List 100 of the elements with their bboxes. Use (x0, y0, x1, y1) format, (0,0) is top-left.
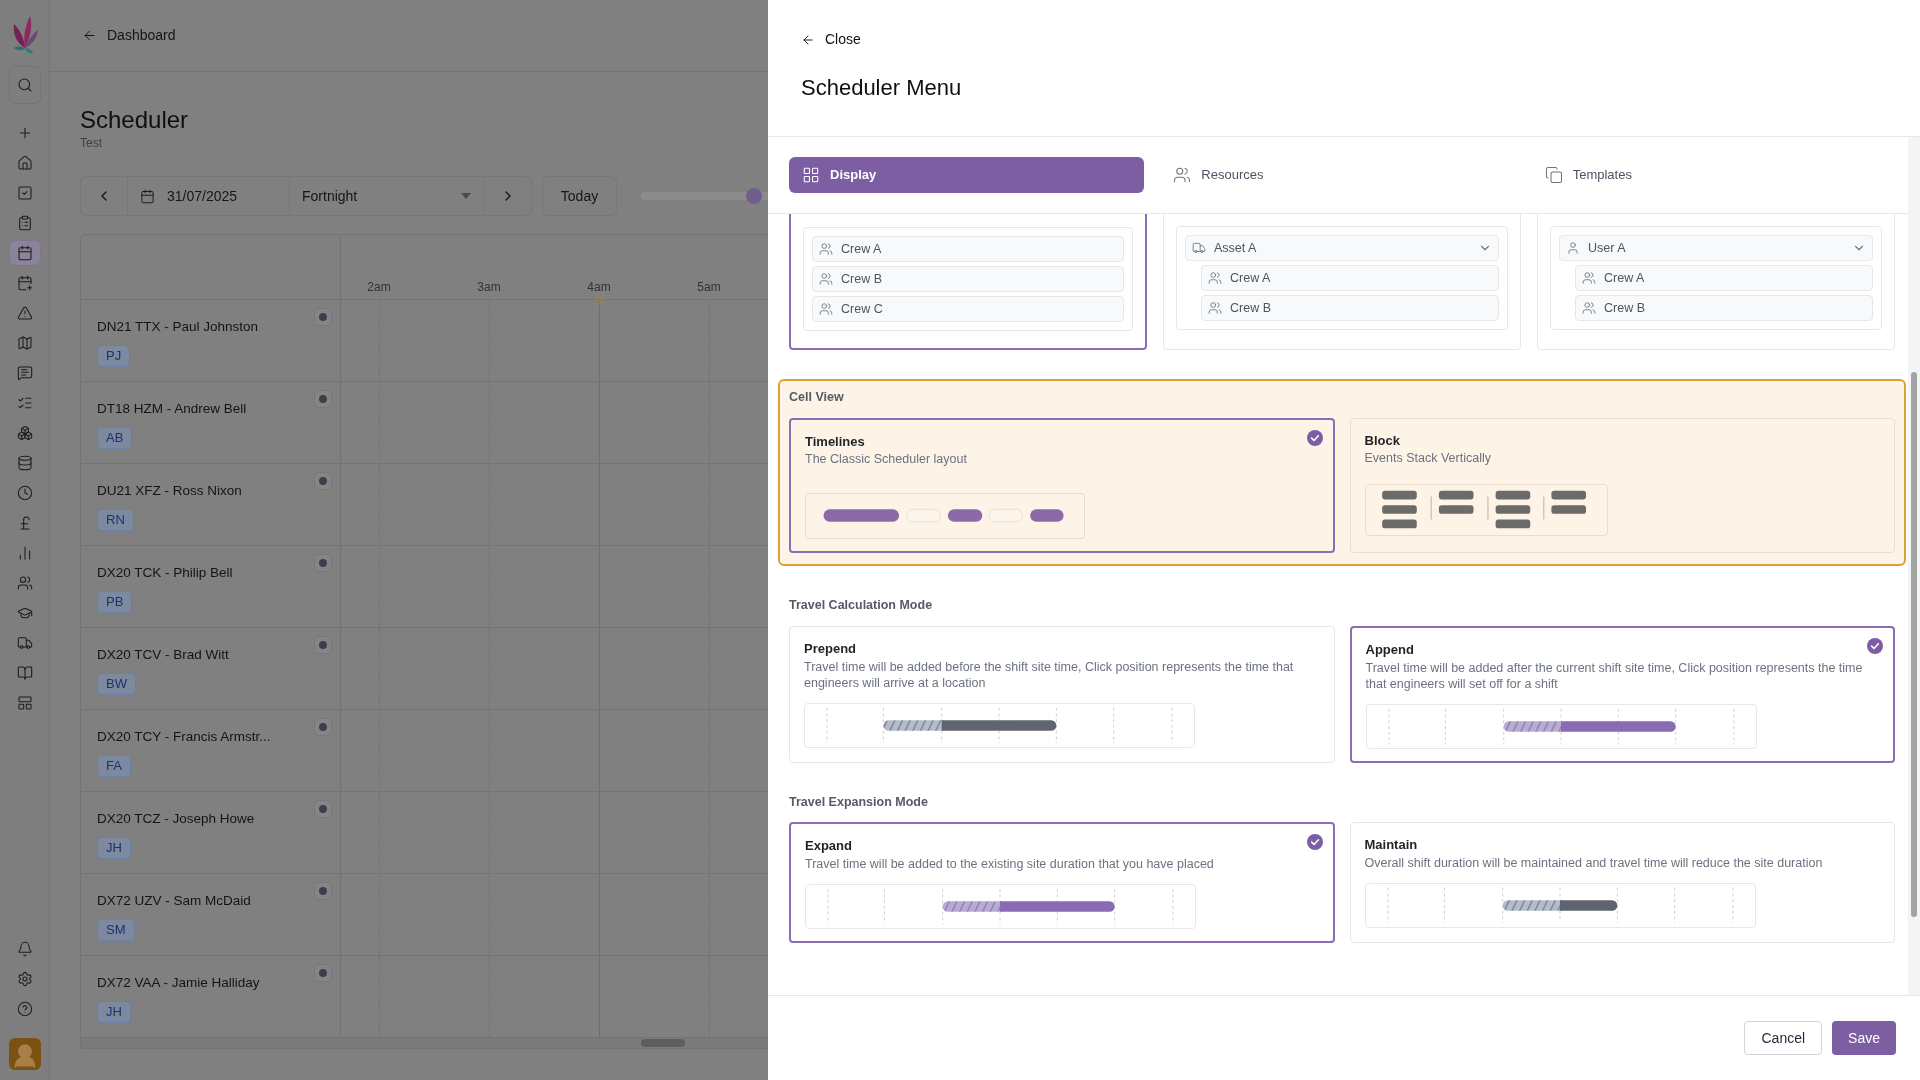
users-icon (1208, 301, 1222, 315)
status-dot-button[interactable] (314, 800, 332, 818)
menu-tab[interactable]: Display (789, 157, 1145, 193)
resource-name: DT18 HZM - Andrew Bell (97, 400, 248, 418)
crew-item[interactable]: Crew C (812, 296, 1124, 322)
option-title: Expand (805, 837, 852, 856)
slider-thumb[interactable] (745, 188, 762, 204)
book-icon[interactable] (16, 665, 33, 681)
graduation-cap-icon[interactable] (16, 605, 33, 621)
crew-item[interactable]: Crew A (812, 236, 1124, 262)
resource-name: DX20 TCV - Brad Witt (97, 646, 230, 664)
clipboard-icon[interactable] (16, 215, 33, 231)
option-description: Travel time will be added to the existing site duration that you have placed (805, 855, 1215, 872)
back-link[interactable]: Dashboard (82, 25, 176, 46)
crew-item[interactable]: Crew B (1201, 295, 1499, 321)
scrollbar-thumb[interactable] (1911, 372, 1917, 917)
horizontal-scrollbar[interactable] (81, 1038, 768, 1048)
option-card[interactable]: Maintain Overall shift duration will be maintained and travel time will reduce the site duration (1349, 822, 1895, 943)
boxes-icon[interactable] (16, 425, 33, 441)
crew-item[interactable]: Crew B (812, 266, 1124, 292)
calendar-icon[interactable] (16, 245, 33, 261)
checkbox-icon[interactable] (16, 185, 33, 201)
user-icon (1566, 241, 1580, 255)
option-card[interactable]: Prepend Travel time will be added before the shift site time, Click position represents the time that engineers will arrive at a location (789, 626, 1335, 763)
truck-icon[interactable] (16, 635, 33, 651)
copy-icon (1544, 166, 1563, 184)
help-icon[interactable] (16, 1001, 33, 1017)
status-dot-button[interactable] (314, 718, 332, 736)
resource-name: DX20 TCK - Philip Bell (97, 564, 234, 582)
option-card[interactable]: Timelines The Classic Scheduler layout (789, 417, 1335, 554)
crew-item[interactable]: Crew A (1201, 265, 1499, 291)
database-icon[interactable] (16, 455, 33, 471)
period-dropdown[interactable]: Fortnight (290, 177, 484, 215)
group-dropdown[interactable]: User A (1559, 235, 1873, 261)
option-title: Append (1365, 641, 1414, 659)
cancel-button[interactable]: Cancel (1744, 1021, 1823, 1055)
resource-name: DX72 UZV - Sam McDaid (97, 892, 252, 910)
option-description: Travel time will be added after the current shift site time, Click position represents the time that engineers will set off for a shift (1365, 659, 1863, 692)
calendar-nav-item[interactable] (8, 240, 41, 266)
status-dot-button[interactable] (314, 882, 332, 900)
grouping-option-card[interactable]: User A Crew A Crew B (1537, 214, 1895, 350)
status-dot-button[interactable] (314, 390, 332, 408)
grouping-option-card[interactable]: Asset A Crew A Crew B (1163, 214, 1521, 350)
today-button[interactable]: Today (542, 176, 617, 216)
notifications-icon[interactable] (16, 941, 33, 957)
users-icon[interactable] (16, 575, 33, 591)
warning-icon[interactable] (16, 305, 33, 321)
option-card[interactable]: Expand Travel time will be added to the existing site duration that you have placed (789, 822, 1335, 943)
settings-icon[interactable] (16, 971, 33, 987)
group-dropdown[interactable]: Asset A (1185, 235, 1499, 261)
status-dot-button[interactable] (314, 554, 332, 572)
vertical-scrollbar[interactable] (1908, 137, 1920, 995)
option-title: Timelines (805, 432, 865, 451)
calendar-plus-icon[interactable] (16, 275, 33, 291)
crew-item[interactable]: Crew A (1575, 265, 1873, 291)
check-circle-icon (1867, 638, 1883, 654)
initials-badge: JH (97, 1001, 131, 1024)
option-card[interactable]: Append Travel time will be added after the current shift site time, Click position represents the time that engineers will set off for a shift (1349, 626, 1895, 763)
scrollbar-thumb[interactable] (641, 1039, 685, 1047)
option-title: Prepend (804, 640, 856, 658)
search-icon[interactable] (16, 77, 33, 93)
initials-badge: FA (97, 755, 131, 778)
initials-badge: PB (97, 591, 133, 614)
close-link[interactable]: Close (801, 29, 861, 50)
option-title: Block (1364, 431, 1400, 450)
users-icon (1208, 271, 1222, 285)
page-subtitle: Test (80, 135, 103, 152)
user-avatar[interactable] (8, 1038, 41, 1070)
hour-label: 5am (697, 279, 721, 296)
layout-icon[interactable] (16, 695, 33, 711)
clock-icon[interactable] (16, 485, 33, 501)
resource-name: DX72 VAA - Jamie Halliday (97, 974, 261, 992)
status-dot-button[interactable] (314, 472, 332, 490)
initials-badge: RN (97, 509, 134, 532)
initials-badge: BW (97, 673, 136, 696)
checklist-icon[interactable] (16, 395, 33, 411)
option-description: Events Stack Vertically (1364, 450, 1492, 467)
crew-item[interactable]: Crew B (1575, 295, 1873, 321)
initials-badge: AB (97, 427, 133, 450)
option-description: Travel time will be added before the shift site time, Click position represents the time that engineers will arrive at a location (804, 658, 1295, 691)
status-dot-button[interactable] (314, 636, 332, 654)
status-dot-button[interactable] (314, 964, 332, 982)
save-button[interactable]: Save (1832, 1021, 1896, 1055)
check-circle-icon (1306, 834, 1323, 851)
status-dot-button[interactable] (314, 308, 332, 326)
grid-icon (802, 166, 820, 184)
current-time-sun-icon (593, 293, 605, 305)
search-nav-item[interactable] (8, 66, 41, 104)
users-icon (1173, 166, 1192, 184)
option-card[interactable]: Block Events Stack Vertically (1349, 417, 1895, 554)
grouping-option-card[interactable]: Crew A Crew B Crew C (789, 214, 1147, 350)
map-icon[interactable] (16, 335, 33, 351)
users-icon (819, 242, 833, 256)
menu-title: Scheduler Menu (801, 74, 963, 102)
date-field[interactable]: 31/07/2025 (128, 177, 290, 215)
home-icon[interactable] (16, 155, 33, 171)
resource-name: DX20 TCZ - Joseph Howe (97, 810, 256, 828)
initials-badge: JH (97, 837, 131, 860)
users-icon (1582, 301, 1596, 315)
message-icon[interactable] (16, 365, 33, 381)
